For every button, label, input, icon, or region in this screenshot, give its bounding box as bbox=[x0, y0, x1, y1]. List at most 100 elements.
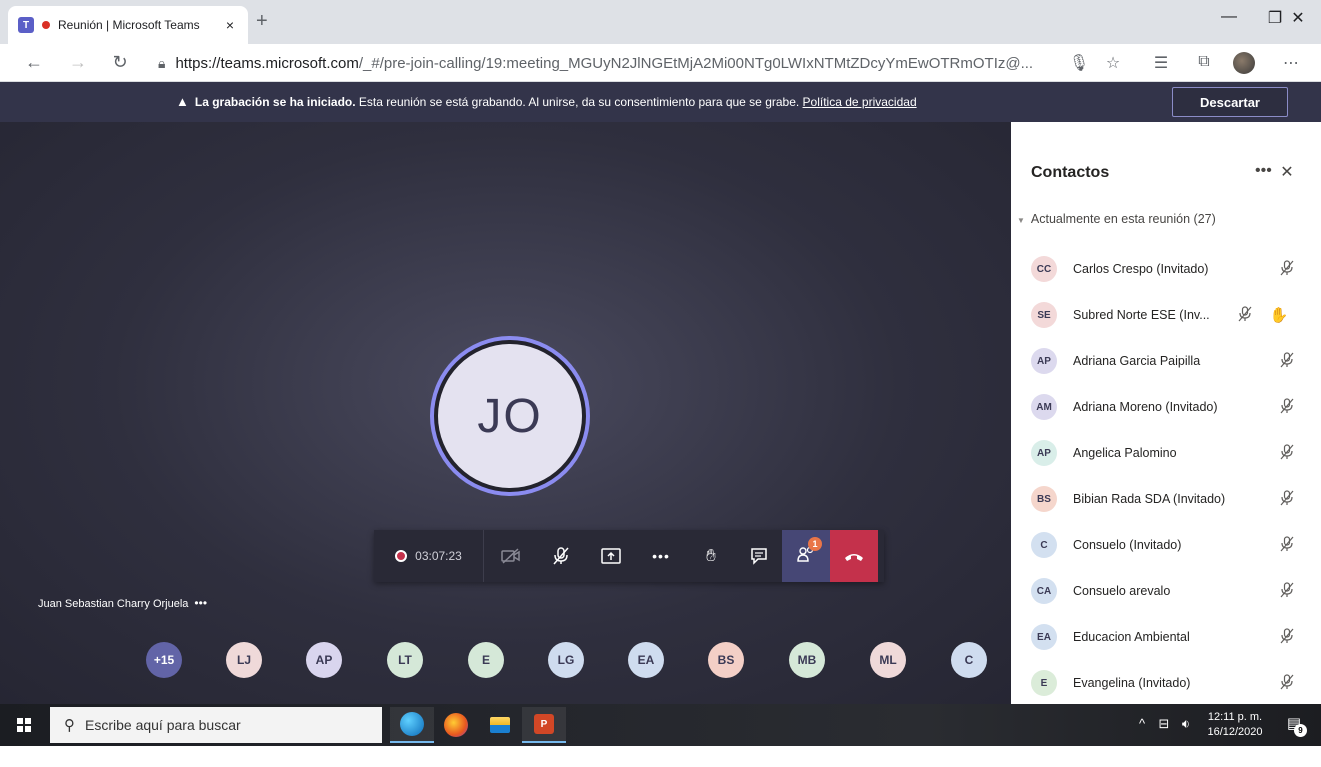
participant-row[interactable]: AP Adriana Garcia Paipilla bbox=[1011, 338, 1321, 384]
minimize-icon[interactable]: — bbox=[1206, 8, 1252, 26]
banner-message: ▲ La grabación se ha iniciado. Esta reuni… bbox=[176, 94, 917, 109]
roster-avatar[interactable]: BS bbox=[708, 642, 744, 678]
participant-name: Carlos Crespo (Invitado) bbox=[1073, 262, 1209, 276]
back-icon[interactable]: ← bbox=[22, 52, 46, 73]
participant-row[interactable]: C Consuelo (Invitado) bbox=[1011, 522, 1321, 568]
start-button[interactable] bbox=[0, 704, 48, 746]
call-timer: 03:07:23 bbox=[374, 530, 484, 582]
roster-avatar[interactable]: ML bbox=[870, 642, 906, 678]
privacy-link[interactable]: Política de privacidad bbox=[803, 95, 917, 109]
browser-tab-bar: T Reunión | Microsoft Teams × + — ❐ ✕ bbox=[0, 0, 1321, 44]
microphone-muted-icon[interactable] bbox=[542, 530, 580, 582]
profile-avatar[interactable] bbox=[1233, 52, 1255, 74]
participant-row[interactable]: BS Bibian Rada SDA (Invitado) bbox=[1011, 476, 1321, 522]
forward-icon[interactable]: → bbox=[66, 52, 90, 73]
lock-icon: 🔒︎ bbox=[158, 54, 166, 71]
banner-text: Esta reunión se está grabando. Al unirse… bbox=[355, 95, 803, 109]
roster-avatar[interactable]: MB bbox=[789, 642, 825, 678]
presenter-name: Juan Sebastian Charry Orjuela bbox=[38, 598, 189, 610]
browser-tab[interactable]: T Reunión | Microsoft Teams × bbox=[8, 6, 248, 44]
roster-avatar[interactable]: LG bbox=[548, 642, 584, 678]
participant-row[interactable]: CA Consuelo arevalo bbox=[1011, 568, 1321, 614]
chat-icon[interactable] bbox=[740, 530, 778, 582]
participant-row[interactable]: SE Subred Norte ESE (Inv... ✋ bbox=[1011, 292, 1321, 338]
participant-avatar: E bbox=[1031, 670, 1057, 696]
more-actions-icon[interactable]: ••• bbox=[642, 530, 680, 582]
more-icon[interactable]: ⋯ bbox=[1280, 53, 1302, 73]
panel-close-icon[interactable]: ✕ bbox=[1277, 162, 1297, 182]
participant-avatar: AP bbox=[1031, 440, 1057, 466]
taskbar-powerpoint[interactable]: P bbox=[522, 707, 566, 743]
section-header[interactable]: ▼ Actualmente en esta reunión (27) bbox=[1017, 212, 1216, 226]
participant-avatar: AP bbox=[1031, 348, 1057, 374]
windows-logo-icon bbox=[17, 718, 31, 732]
participant-name: Adriana Moreno (Invitado) bbox=[1073, 400, 1218, 414]
raised-hand-icon: ✋ bbox=[1269, 307, 1289, 324]
microphone-icon[interactable]: 🎙︎ bbox=[1068, 53, 1090, 73]
url-host: https://teams.microsoft.com bbox=[175, 54, 359, 72]
presenter-label: Juan Sebastian Charry Orjuela ••• bbox=[38, 596, 207, 610]
participant-row[interactable]: AM Adriana Moreno (Invitado) bbox=[1011, 384, 1321, 430]
teams-logo-icon: T bbox=[18, 17, 34, 33]
notification-center-icon[interactable]: ▤ 9 bbox=[1282, 714, 1307, 737]
tab-close-icon[interactable]: × bbox=[222, 17, 238, 33]
dismiss-button[interactable]: Descartar bbox=[1172, 87, 1288, 117]
volume-icon[interactable]: 🔉︎ bbox=[1176, 716, 1196, 732]
presenter-more-icon[interactable]: ••• bbox=[194, 596, 207, 610]
participant-row[interactable]: EA Educacion Ambiental bbox=[1011, 614, 1321, 660]
roster-avatar[interactable]: +15 bbox=[146, 642, 182, 678]
roster-avatar[interactable]: C bbox=[951, 642, 987, 678]
participants-badge: 1 bbox=[808, 537, 822, 551]
taskbar-firefox[interactable] bbox=[434, 707, 478, 743]
roster-avatar[interactable]: E bbox=[468, 642, 504, 678]
taskbar-explorer[interactable] bbox=[478, 707, 522, 743]
roster-avatar[interactable]: LT bbox=[387, 642, 423, 678]
roster-avatar[interactable]: LJ bbox=[226, 642, 262, 678]
participant-name: Educacion Ambiental bbox=[1073, 630, 1190, 644]
url-field[interactable]: 🔒︎ https://teams.microsoft.com/_#/pre-jo… bbox=[158, 49, 1058, 77]
participant-row[interactable]: AP Angelica Palomino bbox=[1011, 430, 1321, 476]
participant-name: Angelica Palomino bbox=[1073, 446, 1177, 460]
participant-avatar: BS bbox=[1031, 486, 1057, 512]
microphone-muted-icon bbox=[1277, 673, 1297, 693]
camera-off-icon[interactable] bbox=[492, 530, 530, 582]
taskbar-search[interactable]: ⚲ Escribe aquí para buscar bbox=[50, 707, 382, 743]
participant-row[interactable]: CC Carlos Crespo (Invitado) bbox=[1011, 246, 1321, 292]
taskbar-clock[interactable]: 12:11 p. m. 16/12/2020 bbox=[1200, 710, 1270, 740]
microphone-muted-icon bbox=[1277, 259, 1297, 279]
speaker-initials: JO bbox=[438, 344, 582, 488]
participants-button[interactable]: 1 bbox=[782, 530, 830, 582]
participant-roster: +15 LJ AP LT E LG EA BS MB ML C bbox=[146, 642, 1006, 686]
network-icon[interactable]: ⊟ bbox=[1154, 716, 1174, 732]
microphone-muted-icon bbox=[1277, 627, 1297, 647]
refresh-icon[interactable]: ↻ bbox=[108, 52, 132, 73]
share-screen-icon[interactable] bbox=[592, 530, 630, 582]
panel-more-icon[interactable]: ••• bbox=[1255, 162, 1272, 180]
section-label: Actualmente en esta reunión (27) bbox=[1030, 212, 1216, 226]
roster-avatar[interactable]: AP bbox=[306, 642, 342, 678]
favorites-icon[interactable]: ☰ bbox=[1150, 53, 1172, 73]
microphone-muted-icon bbox=[1277, 351, 1297, 371]
window-close-icon[interactable]: ✕ bbox=[1275, 8, 1321, 28]
participant-avatar: AM bbox=[1031, 394, 1057, 420]
microphone-muted-icon bbox=[1277, 443, 1297, 463]
collections-icon[interactable]: ⧉ bbox=[1193, 53, 1215, 71]
banner-bold-text: La grabación se ha iniciado. bbox=[194, 95, 356, 109]
new-tab-icon[interactable]: + bbox=[256, 10, 268, 33]
star-icon[interactable]: ☆ bbox=[1102, 53, 1124, 73]
participant-row[interactable]: E Evangelina (Invitado) bbox=[1011, 660, 1321, 706]
call-controls: 03:07:23 ••• ✋︎ 1 bbox=[374, 530, 884, 582]
tray-chevron-icon[interactable]: ^ bbox=[1132, 716, 1152, 731]
participant-avatar: SE bbox=[1031, 302, 1057, 328]
taskbar-edge[interactable] bbox=[390, 707, 434, 743]
raise-hand-icon[interactable]: ✋︎ bbox=[692, 530, 730, 582]
recording-dot-icon bbox=[42, 21, 50, 29]
microphone-muted-icon bbox=[1235, 305, 1255, 325]
hang-up-button[interactable] bbox=[830, 530, 878, 582]
participant-name: Evangelina (Invitado) bbox=[1073, 676, 1191, 690]
roster-avatar[interactable]: EA bbox=[628, 642, 664, 678]
folder-icon bbox=[490, 717, 510, 733]
caret-down-icon: ▼ bbox=[1017, 216, 1025, 225]
search-icon: ⚲ bbox=[64, 717, 75, 734]
participant-name: Bibian Rada SDA (Invitado) bbox=[1073, 492, 1226, 506]
